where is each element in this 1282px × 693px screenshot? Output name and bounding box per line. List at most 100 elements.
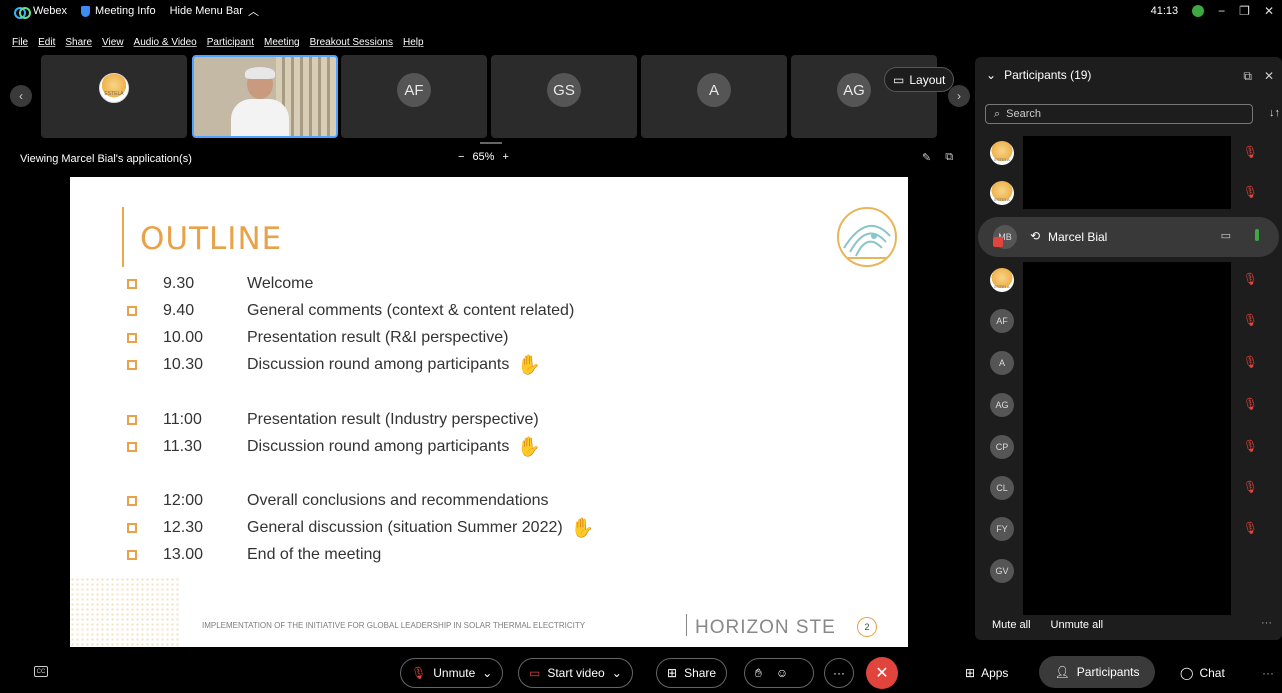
annotate-icon[interactable]: ✎ <box>922 151 931 164</box>
menu-meeting[interactable]: Meeting <box>264 37 300 53</box>
zoom-in-button[interactable]: + <box>502 151 508 163</box>
bullet-box-icon <box>127 442 137 452</box>
unmute-label: Unmute <box>433 666 476 680</box>
thumbnail-initials: GS <box>547 73 581 107</box>
raised-hand-icon: ✋ <box>570 517 595 539</box>
participant-row[interactable]: ESTELA 🎙︎ <box>975 133 1282 173</box>
meeting-info-button[interactable]: Meeting Info <box>81 5 156 17</box>
thumbnail-af[interactable]: AF <box>341 55 487 138</box>
agenda-time: 9.30 <box>163 275 195 292</box>
layout-label: Layout <box>909 72 946 87</box>
menu-view[interactable]: View <box>102 37 124 53</box>
unmute-all-button[interactable]: Unmute all <box>1051 619 1104 631</box>
camera-icon[interactable]: ▭ <box>1221 229 1231 242</box>
strip-next-button[interactable]: › <box>948 85 970 107</box>
participants-icon: 👤︎ <box>1054 665 1070 679</box>
avatar: CP <box>990 435 1014 459</box>
chevron-down-icon[interactable]: ⌄ <box>612 666 622 680</box>
agenda-item: 9.30 Welcome <box>127 272 313 296</box>
agenda-text: Welcome <box>247 275 314 292</box>
share-label: Share <box>684 666 717 680</box>
end-call-button[interactable]: ✕ <box>866 657 898 689</box>
menu-help[interactable]: Help <box>403 37 424 53</box>
webex-logo-icon <box>14 6 31 19</box>
menu-file[interactable]: File <box>12 37 28 53</box>
agenda-text: General discussion (situation Summer 202… <box>247 519 563 536</box>
thumbnail-estela[interactable]: ESTELA <box>41 55 187 138</box>
close-icon[interactable]: ✕ <box>1264 4 1274 18</box>
participants-label: Participants <box>1076 665 1140 679</box>
agenda-item: 11.30 Discussion round among participant… <box>127 435 541 459</box>
strip-previous-button[interactable]: ‹ <box>10 85 32 107</box>
menu-edit[interactable]: Edit <box>38 37 55 53</box>
mute-all-button[interactable]: Mute all <box>992 619 1031 631</box>
chat-button[interactable]: ◯ Chat <box>1180 666 1225 680</box>
app-name: Webex <box>33 5 68 17</box>
network-status-icon[interactable] <box>1192 5 1205 17</box>
participant-row[interactable]: ESTELA 🎙︎ <box>975 173 1282 213</box>
avatar: FY <box>990 517 1014 541</box>
sort-icon[interactable]: ↓↑ <box>1269 107 1280 119</box>
webex-app[interactable]: Webex <box>14 5 68 19</box>
raise-hand-icon[interactable]: ✋︎ <box>755 666 762 681</box>
active-mic-icon[interactable] <box>1255 229 1259 241</box>
participant-row[interactable]: CP 🎙︎ <box>975 427 1282 467</box>
video-off-icon: ▭ <box>529 666 541 680</box>
start-video-button[interactable]: ▭ Start video ⌄ <box>518 658 633 688</box>
participant-search-input[interactable]: ⌕ Search <box>985 104 1253 124</box>
participant-row[interactable]: AG 🎙︎ <box>975 385 1282 425</box>
zoom-control: − 65% + <box>458 151 509 163</box>
participant-row[interactable]: ESTELA 🎙︎ <box>975 260 1282 300</box>
apps-button[interactable]: ⊞ Apps <box>965 666 1008 680</box>
thumbnail-gs[interactable]: GS <box>491 55 637 138</box>
more-options-icon[interactable]: ··· <box>1261 617 1272 629</box>
participant-row[interactable]: AF 🎙︎ <box>975 301 1282 341</box>
agenda-text: Overall conclusions and recommendations <box>247 492 549 509</box>
participants-button[interactable]: 👤︎ Participants <box>1039 656 1155 688</box>
menu-audio-video[interactable]: Audio & Video <box>134 37 197 53</box>
agenda-time: 11.30 <box>163 438 202 455</box>
pop-out-icon[interactable]: ⧉ <box>945 151 953 164</box>
menu-share[interactable]: Share <box>65 37 92 53</box>
reactions-icon[interactable]: ☺ <box>776 666 788 680</box>
raised-hand-icon: ✋ <box>517 436 542 458</box>
restore-icon[interactable]: ❐ <box>1239 4 1250 18</box>
unmute-button[interactable]: 🎙︎ Unmute ⌄ <box>400 658 504 688</box>
share-icon: ⊞ <box>667 666 678 680</box>
share-button[interactable]: ⊞ Share <box>656 658 728 688</box>
close-icon: ✕ <box>875 665 889 682</box>
strip-drag-handle[interactable] <box>480 142 502 144</box>
bullet-box-icon <box>127 279 137 289</box>
participant-row[interactable]: CL 🎙︎ <box>975 468 1282 508</box>
search-placeholder: Search <box>1006 108 1042 120</box>
agenda-text: Discussion round among participants <box>247 438 510 455</box>
minimize-icon[interactable]: − <box>1218 4 1225 18</box>
more-options-button[interactable]: ··· <box>824 658 854 688</box>
view-tools: ✎ ⧉ <box>922 151 953 164</box>
participant-row[interactable]: A 🎙︎ <box>975 343 1282 383</box>
close-panel-icon[interactable]: ✕ <box>1264 69 1274 84</box>
thumbnail-active-video[interactable] <box>192 55 338 138</box>
chevron-down-icon[interactable]: ⌄ <box>482 666 492 680</box>
agenda-text: Presentation result (R&I perspective) <box>247 329 509 346</box>
participant-row[interactable]: FY 🎙︎ <box>975 509 1282 549</box>
menu-participant[interactable]: Participant <box>207 37 254 53</box>
apps-label: Apps <box>981 666 1009 680</box>
layout-button[interactable]: ▭ Layout <box>884 67 955 92</box>
bullet-box-icon <box>127 550 137 560</box>
participant-row-marcel-bial[interactable]: MB ⟲ Marcel Bial ▭ <box>978 217 1279 257</box>
zoom-level: 65% <box>472 151 495 163</box>
zoom-out-button[interactable]: − <box>458 151 464 163</box>
hide-menu-bar-label: Hide Menu Bar <box>169 5 243 17</box>
thumbnail-a[interactable]: A <box>641 55 787 138</box>
viewing-label: Viewing Marcel Bial's application(s) <box>20 153 192 165</box>
participants-header[interactable]: ⌄ Participants (19) <box>986 68 1091 82</box>
more-menu-icon[interactable]: ··· <box>1262 666 1274 680</box>
muted-mic-icon: 🎙︎ <box>1242 272 1258 286</box>
pop-out-panel-icon[interactable]: ⧉ <box>1243 69 1252 84</box>
participant-row[interactable]: GV <box>975 551 1282 591</box>
meeting-info-label: Meeting Info <box>95 5 156 17</box>
closed-captions-icon[interactable]: CC <box>34 666 48 677</box>
menu-breakout-sessions[interactable]: Breakout Sessions <box>310 37 393 53</box>
hide-menu-bar-button[interactable]: Hide Menu Bar ︿ <box>170 3 259 19</box>
